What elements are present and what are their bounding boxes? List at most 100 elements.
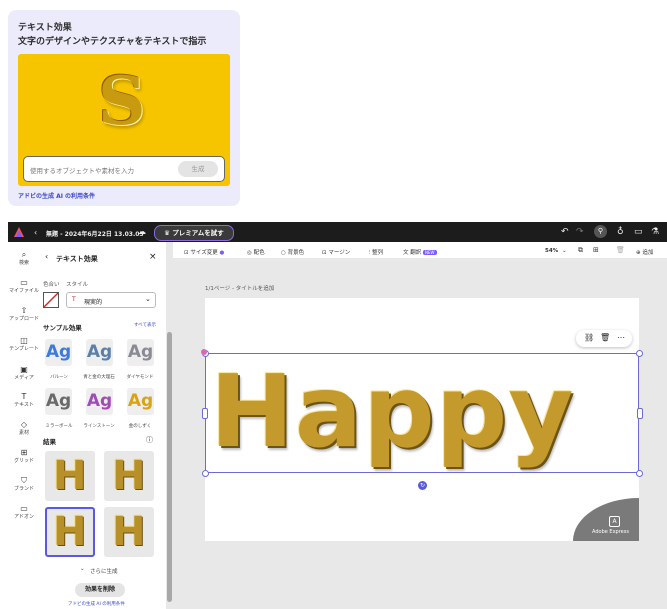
- sample-balloon[interactable]: Ag: [45, 339, 72, 366]
- background-button[interactable]: ○ 背景色: [281, 248, 304, 256]
- document-title[interactable]: 無題 - 2024年6月22日 13.03.05: [46, 229, 144, 238]
- result-tile[interactable]: H: [45, 451, 95, 501]
- add-button[interactable]: ⊕ 追加: [636, 248, 653, 256]
- comment-icon[interactable]: ▭: [634, 227, 643, 237]
- text-icon: T: [21, 392, 27, 401]
- add-label: 追加: [642, 250, 654, 256]
- terms-link[interactable]: アドビの生成 AI の利用条件: [18, 191, 95, 200]
- cloud-icon: ☁: [138, 227, 146, 236]
- panel-title: テキスト効果: [56, 255, 98, 263]
- rail-label: マイファイル: [8, 288, 39, 294]
- rail-label: アドオン: [13, 514, 34, 520]
- sample-diamond[interactable]: Ag: [127, 339, 154, 366]
- rail-item-templates[interactable]: ◫ テンプレート: [8, 336, 40, 352]
- selection-box[interactable]: [205, 353, 639, 473]
- page-label[interactable]: 1/1ページ - タイトルを追加: [205, 284, 274, 292]
- rail-item-grid[interactable]: ⊞ グリッド: [8, 448, 40, 464]
- sample-label: ミラーボール: [45, 424, 73, 429]
- rail-label: テンプレート: [9, 346, 39, 352]
- color-label: 色合い: [43, 282, 60, 288]
- margin-button[interactable]: ⊡ マージン: [322, 248, 350, 256]
- addon-icon: ▭: [20, 504, 28, 513]
- back-arrow-icon[interactable]: ‹: [45, 252, 48, 261]
- translate-button[interactable]: 文 翻訳 NEW: [403, 248, 437, 256]
- panel-terms-link[interactable]: アドビの生成 AI の利用条件: [68, 601, 125, 607]
- back-chevron-icon[interactable]: ‹: [34, 228, 37, 237]
- resize-handle[interactable]: [636, 470, 643, 477]
- sample-marble[interactable]: Ag: [86, 339, 113, 366]
- zoom-chevron-icon[interactable]: ⌄: [562, 248, 567, 254]
- rail-label: アップロード: [8, 316, 39, 322]
- resize-label: サイズ変更: [190, 250, 218, 256]
- rail-label: 検索: [18, 260, 29, 266]
- rail-item-addons[interactable]: ▭ アドオン: [8, 504, 40, 520]
- close-icon[interactable]: ×: [149, 252, 157, 262]
- lab-icon[interactable]: ⚗: [651, 227, 659, 237]
- zoom-level[interactable]: 54%: [545, 248, 558, 254]
- trash-icon[interactable]: 🗑: [616, 246, 625, 254]
- brand-icon: ⛉: [21, 476, 27, 485]
- chevron-down-icon: ⌄: [145, 295, 151, 303]
- samples-heading: サンプル効果: [43, 324, 82, 332]
- redo-icon[interactable]: ↷: [576, 227, 584, 237]
- see-all-link[interactable]: すべて表示: [134, 322, 156, 328]
- grid-icon: ⊞: [20, 448, 28, 457]
- style-t-icon: T: [72, 296, 76, 303]
- sample-rhinestone[interactable]: Ag: [86, 388, 113, 415]
- result-tile[interactable]: H: [104, 507, 154, 557]
- link-icon[interactable]: ⛓: [584, 333, 594, 342]
- more-icon[interactable]: ⋯: [617, 333, 625, 342]
- undo-icon[interactable]: ↶: [561, 227, 569, 237]
- adobe-express-mark-icon: A: [609, 516, 620, 527]
- rail-label: グリッド: [13, 458, 34, 464]
- result-letter: H: [53, 453, 87, 499]
- premium-trial-button[interactable]: ♛ プレミアムを試す: [154, 225, 234, 241]
- more-generate-link[interactable]: さらに生成: [90, 567, 118, 575]
- rail-item-files[interactable]: ▭ マイファイル: [8, 278, 40, 294]
- sample-gold-drip[interactable]: Ag: [127, 388, 154, 415]
- upload-icon: ⇧: [20, 306, 28, 315]
- background-label: 背景色: [287, 250, 305, 256]
- invite-user-icon[interactable]: ⚲: [594, 225, 607, 238]
- resize-button[interactable]: ⊡ サイズ変更 ●: [184, 248, 224, 256]
- no-color-swatch[interactable]: [43, 292, 59, 308]
- result-letter: H: [112, 453, 146, 499]
- rail-item-media[interactable]: ▣ メディア: [8, 365, 40, 381]
- side-handle[interactable]: [637, 408, 643, 419]
- translate-label: 翻訳: [410, 250, 422, 256]
- rotate-handle-icon[interactable]: ↻: [418, 481, 427, 490]
- resize-handle[interactable]: [202, 470, 209, 477]
- remove-effect-button[interactable]: 効果を削除: [75, 583, 125, 597]
- copy-page-icon[interactable]: ⧉: [578, 246, 583, 255]
- rail-item-elements[interactable]: ◇ 素材: [8, 420, 40, 436]
- rail-item-brand[interactable]: ⛉ ブランド: [8, 476, 40, 492]
- add-page-icon[interactable]: ⊞: [593, 246, 599, 254]
- rail-item-text[interactable]: T テキスト: [8, 392, 40, 408]
- result-tile[interactable]: H: [104, 451, 154, 501]
- side-handle[interactable]: [202, 408, 208, 419]
- premium-dot-icon: ●: [219, 250, 225, 256]
- sample-label: ラインストーン: [83, 424, 115, 429]
- align-button[interactable]: ⫶ 整列: [369, 248, 383, 257]
- rail-item-upload[interactable]: ⇧ アップロード: [8, 306, 40, 322]
- result-tile-selected[interactable]: H: [45, 507, 95, 557]
- style-dropdown[interactable]: [66, 292, 156, 308]
- margin-label: マージン: [328, 250, 351, 256]
- watermark-text: Adobe Express: [592, 529, 629, 535]
- resize-handle[interactable]: [636, 350, 643, 357]
- result-letter: H: [112, 509, 146, 555]
- media-icon: ▣: [20, 365, 28, 374]
- more-chevron-icon[interactable]: ⌄: [80, 566, 85, 572]
- sample-mirrorball[interactable]: Ag: [45, 388, 72, 415]
- elements-icon: ◇: [20, 420, 28, 429]
- rail-item-search[interactable]: ⌕ 検索: [8, 250, 40, 266]
- adobe-express-logo[interactable]: [13, 226, 25, 238]
- scrollbar-thumb[interactable]: [167, 332, 172, 602]
- lightbulb-icon[interactable]: ♁: [617, 227, 624, 237]
- delete-icon[interactable]: 🗑: [600, 333, 610, 342]
- palette-button[interactable]: ◎ 配色: [247, 248, 265, 256]
- template-icon: ◫: [20, 336, 28, 345]
- info-icon[interactable]: ⓘ: [146, 435, 153, 445]
- sample-label: 青と金の大理石: [83, 375, 115, 380]
- generate-button[interactable]: 生成: [178, 161, 218, 177]
